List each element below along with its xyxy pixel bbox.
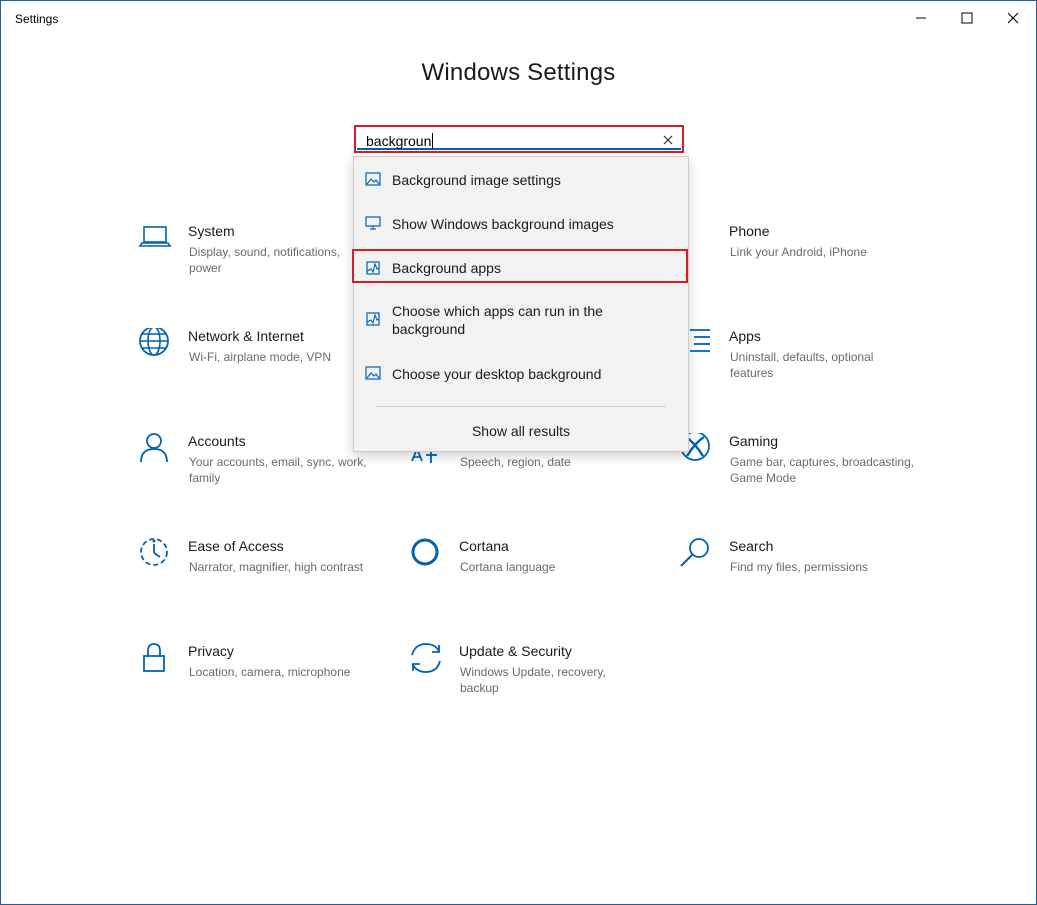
tile-description: Find my files, permissions [730, 560, 869, 574]
close-button[interactable] [990, 1, 1036, 35]
ease-of-access-icon [140, 538, 168, 566]
suggestion-item[interactable]: Choose which apps can run in the backgro… [354, 302, 688, 342]
tile-description: Display, sound, notifications, power [189, 245, 341, 275]
tile-search[interactable]: Search Find my files, permissions [679, 538, 919, 608]
suggestion-item[interactable]: Choose your desktop background [354, 362, 688, 388]
tile-description: Wi-Fi, airplane mode, VPN [189, 350, 332, 364]
suggestion-label: Choose your desktop background [392, 366, 602, 382]
maximize-icon [961, 12, 973, 24]
sync-icon [411, 643, 441, 673]
text-caret [432, 133, 434, 149]
maximize-button[interactable] [944, 1, 990, 35]
tile-title: Cortana [459, 538, 509, 554]
tile-title: Search [729, 538, 774, 554]
tile-privacy[interactable]: Privacy Location, camera, microphone [138, 643, 378, 713]
settings-window: Settings Windows Settings System Display… [0, 0, 1037, 905]
tile-system[interactable]: System Display, sound, notifications, po… [138, 223, 378, 293]
settings-search-box[interactable]: backgroun [354, 125, 684, 153]
search-suggestions: Background image settings Show Windows b… [352, 156, 689, 452]
suggestion-label: Show Windows background images [392, 216, 614, 232]
tile-description: Narrator, magnifier, high contrast [189, 560, 364, 574]
selection-highlight [352, 249, 688, 283]
close-icon [1007, 12, 1019, 24]
show-all-results-button[interactable]: Show all results [354, 423, 688, 439]
tile-apps[interactable]: Apps Uninstall, defaults, optional featu… [679, 328, 919, 398]
title-bar[interactable]: Settings [1, 1, 1036, 35]
tile-title: Update & Security [459, 643, 572, 659]
tile-title: Privacy [188, 643, 234, 659]
tile-description: Location, camera, microphone [189, 665, 351, 679]
suggestion-label: Choose which apps can run in the backgro… [392, 303, 603, 337]
image-icon [365, 172, 381, 186]
tile-description: Speech, region, date [460, 455, 571, 469]
tile-phone[interactable]: Phone Link your Android, iPhone [679, 223, 919, 293]
search-icon [680, 538, 709, 567]
tile-description: Windows Update, recovery, backup [460, 665, 606, 695]
tile-title: Apps [729, 328, 761, 344]
tile-cortana[interactable]: Cortana Cortana language [409, 538, 649, 608]
tile-title: Accounts [188, 433, 246, 449]
laptop-icon [138, 226, 172, 247]
divider [376, 406, 666, 407]
tile-description: Uninstall, defaults, optional features [730, 350, 874, 380]
tile-description: Link your Android, iPhone [730, 245, 867, 259]
tile-title: Phone [729, 223, 770, 239]
image-icon [365, 366, 381, 380]
search-input[interactable]: backgroun [366, 133, 431, 149]
tile-network[interactable]: Network & Internet Wi-Fi, airplane mode,… [138, 328, 378, 398]
suggestion-item[interactable]: Show Windows background images [354, 212, 688, 238]
person-icon [140, 433, 168, 463]
monitor-icon [365, 216, 381, 230]
clear-search-icon[interactable] [661, 133, 675, 147]
globe-icon [139, 328, 169, 356]
tile-description: Game bar, captures, broadcasting, Game M… [730, 455, 915, 485]
tile-title: Network & Internet [188, 328, 304, 344]
tile-title: Gaming [729, 433, 779, 449]
cortana-icon [411, 538, 439, 566]
tile-description: Your accounts, email, sync, work, family [189, 455, 367, 485]
tile-accounts[interactable]: Accounts Your accounts, email, sync, wor… [138, 433, 378, 503]
tile-title: Ease of Access [188, 538, 284, 554]
lock-icon [143, 643, 165, 672]
minimize-icon [916, 17, 926, 19]
tile-update-security[interactable]: Update & Security Windows Update, recove… [409, 643, 649, 713]
suggestion-item[interactable]: Background image settings [354, 168, 688, 194]
tile-gaming[interactable]: Gaming Game bar, captures, broadcasting,… [679, 433, 919, 503]
tile-description: Cortana language [460, 560, 556, 574]
suggestion-label: Background image settings [392, 172, 561, 188]
tile-title: System [188, 223, 235, 239]
app-activity-icon [366, 312, 380, 326]
tile-ease-of-access[interactable]: Ease of Access Narrator, magnifier, high… [138, 538, 378, 608]
page-title: Windows Settings [421, 59, 616, 86]
window-title: Settings [15, 12, 59, 26]
minimize-button[interactable] [898, 1, 944, 35]
